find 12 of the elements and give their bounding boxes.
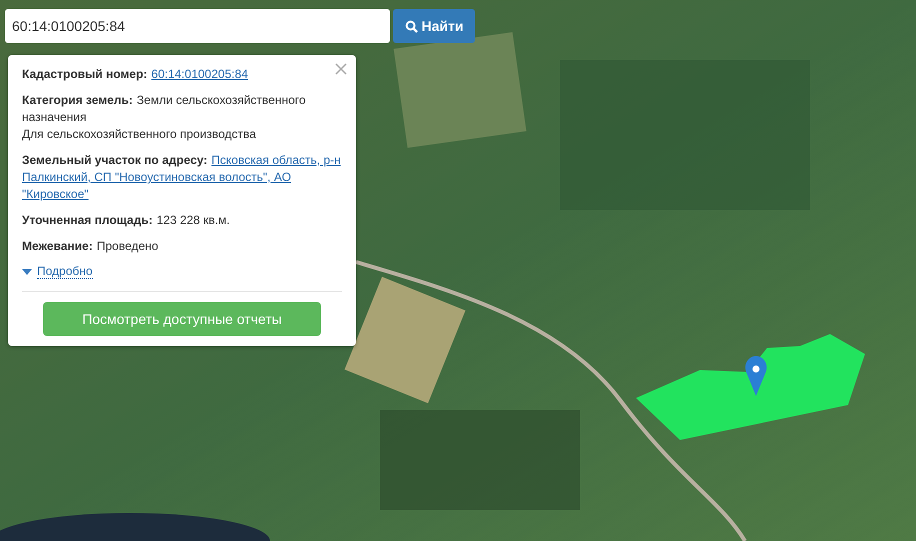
info-row-text: Категория земель: Земли сельскохозяйственного назначения xyxy=(22,92,307,126)
search-button[interactable]: Найти xyxy=(393,9,475,43)
details-link[interactable]: Подробно xyxy=(37,264,93,279)
info-row: Земельный участок по адресу: Псковская область, р-н Палкинский, СП "Новоустиновская волость", АО "Кировское" xyxy=(22,152,342,203)
info-row-text: Межевание: Проведено xyxy=(22,238,160,255)
caret-icon xyxy=(22,268,32,274)
info-row-text: Уточненная площадь: 123 228 кв.м. xyxy=(22,212,231,229)
info-note: Для сельскохозяйственного производства xyxy=(22,126,258,143)
close-icon[interactable] xyxy=(335,63,347,75)
search-icon xyxy=(404,20,418,32)
info-row-text: Кадастровый номер: 60:14:0100205:84 xyxy=(22,66,250,83)
search-field[interactable]: 60:14:0100205:84 xyxy=(5,9,390,43)
